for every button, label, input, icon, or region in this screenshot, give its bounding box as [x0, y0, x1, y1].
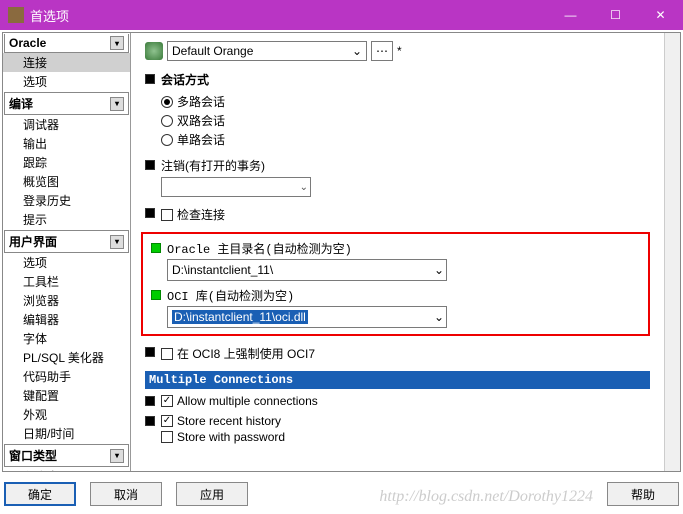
sidebar-item[interactable]: 跟踪	[3, 153, 130, 172]
checkbox-icon	[161, 395, 173, 407]
checkbox-icon	[161, 348, 173, 360]
sidebar-header-compile[interactable]: 编译▾	[4, 92, 129, 115]
app-icon	[8, 7, 24, 23]
section-allow-multi: Allow multiple connections	[145, 393, 650, 409]
multiconn-header: Multiple Connections	[145, 371, 650, 389]
sidebar-header-oracle[interactable]: Oracle▾	[4, 34, 129, 53]
radio-icon	[161, 134, 173, 146]
store-password-check[interactable]: Store with password	[161, 429, 650, 445]
radio-icon	[161, 96, 173, 108]
checkbox-icon	[161, 415, 173, 427]
section-title: Oracle 主目录名(自动检测为空)	[167, 240, 640, 257]
body: Oracle▾ 连接 选项 编译▾ 调试器 输出 跟踪 概览图 登录历史 提示 …	[2, 32, 681, 472]
button-bar: 确定 取消 应用 帮助	[4, 478, 679, 510]
theme-row: Default Orange⌄ ⋯ *	[145, 41, 650, 61]
section-title: 会话方式	[161, 71, 650, 88]
section-title: 注销(有打开的事务)	[161, 157, 650, 174]
store-history-check[interactable]: Store recent history	[161, 413, 650, 429]
sidebar-tree[interactable]: Oracle▾ 连接 选项 编译▾ 调试器 输出 跟踪 概览图 登录历史 提示 …	[3, 33, 131, 471]
window-title: 首选项	[30, 6, 548, 25]
expand-marker-icon[interactable]	[151, 290, 161, 300]
section-oracle-home: Oracle 主目录名(自动检测为空) D:\instantclient_11\…	[151, 240, 640, 281]
expand-marker-icon[interactable]	[145, 208, 155, 218]
force-oci7-check[interactable]: 在 OCI8 上强制使用 OCI7	[161, 344, 650, 363]
theme-icon	[145, 42, 163, 60]
oracle-home-input[interactable]: D:\instantclient_11\⌄	[167, 259, 447, 281]
apply-button[interactable]: 应用	[176, 482, 248, 506]
radio-multi[interactable]: 多路会话	[161, 92, 650, 111]
sidebar-item[interactable]: 日期/时间	[3, 424, 130, 443]
sidebar-item[interactable]: 工具栏	[3, 272, 130, 291]
expand-marker-icon[interactable]	[145, 160, 155, 170]
collapse-icon[interactable]: ▾	[110, 36, 124, 50]
sidebar-item[interactable]: 提示	[3, 210, 130, 229]
expand-marker-icon[interactable]	[145, 347, 155, 357]
highlighted-box: Oracle 主目录名(自动检测为空) D:\instantclient_11\…	[141, 232, 650, 336]
sidebar-item[interactable]: 编辑器	[3, 310, 130, 329]
collapse-icon[interactable]: ▾	[110, 449, 124, 463]
chevron-down-icon: ⌄	[352, 44, 362, 58]
minimize-button[interactable]: —	[548, 0, 593, 30]
radio-single[interactable]: 单路会话	[161, 130, 650, 149]
collapse-icon[interactable]: ▾	[110, 97, 124, 111]
sidebar-item[interactable]: 选项	[3, 253, 130, 272]
radio-icon	[161, 115, 173, 127]
sidebar-item[interactable]: 键配置	[3, 386, 130, 405]
sidebar-item[interactable]: 输出	[3, 134, 130, 153]
sidebar-item[interactable]: 外观	[3, 405, 130, 424]
content-panel: Default Orange⌄ ⋯ * 会话方式 多路会话 双路会话 单路会话 …	[131, 33, 664, 471]
theme-more-button[interactable]: ⋯	[371, 41, 393, 61]
sidebar-item[interactable]: 程序窗口	[3, 467, 130, 471]
section-oci-lib: OCI 库(自动检测为空) D:\instantclient_11\oci.dl…	[151, 287, 640, 328]
expand-marker-icon[interactable]	[145, 416, 155, 426]
close-button[interactable]: ✕	[638, 0, 683, 30]
sidebar-item[interactable]: 代码助手	[3, 367, 130, 386]
sidebar-item[interactable]: 调试器	[3, 115, 130, 134]
cancel-button[interactable]: 取消	[90, 482, 162, 506]
expand-marker-icon[interactable]	[151, 243, 161, 253]
logoff-select[interactable]: ⌄	[161, 177, 311, 197]
checkbox-icon	[161, 209, 173, 221]
sidebar-item[interactable]: 字体	[3, 329, 130, 348]
section-store-history: Store recent history Store with password	[145, 413, 650, 445]
section-checkconn: 检查连接	[145, 205, 650, 224]
sidebar-item[interactable]: PL/SQL 美化器	[3, 348, 130, 367]
sidebar-item-connection[interactable]: 连接	[3, 53, 130, 72]
maximize-button[interactable]: ☐	[593, 0, 638, 30]
section-logoff: 注销(有打开的事务) ⌄	[145, 157, 650, 197]
section-title: OCI 库(自动检测为空)	[167, 287, 640, 304]
collapse-icon[interactable]: ▾	[110, 235, 124, 249]
expand-marker-icon[interactable]	[145, 396, 155, 406]
expand-marker-icon[interactable]	[145, 74, 155, 84]
sidebar-header-window[interactable]: 窗口类型▾	[4, 444, 129, 467]
oci-lib-input[interactable]: D:\instantclient_11\oci.dll⌄	[167, 306, 447, 328]
checkbox-icon	[161, 431, 173, 443]
check-connection[interactable]: 检查连接	[161, 205, 650, 224]
help-button[interactable]: 帮助	[607, 482, 679, 506]
sidebar-item[interactable]: 概览图	[3, 172, 130, 191]
sidebar-item[interactable]: 浏览器	[3, 291, 130, 310]
chevron-down-icon: ⌄	[434, 310, 444, 324]
modified-indicator: *	[397, 44, 402, 58]
radio-dual[interactable]: 双路会话	[161, 111, 650, 130]
scrollbar[interactable]	[664, 33, 680, 471]
chevron-down-icon: ⌄	[300, 182, 308, 193]
section-force-oci: 在 OCI8 上强制使用 OCI7	[145, 344, 650, 363]
theme-select[interactable]: Default Orange⌄	[167, 41, 367, 61]
ok-button[interactable]: 确定	[4, 482, 76, 506]
sidebar-item[interactable]: 登录历史	[3, 191, 130, 210]
section-session: 会话方式 多路会话 双路会话 单路会话	[145, 71, 650, 149]
chevron-down-icon: ⌄	[434, 263, 444, 277]
title-bar: 首选项 — ☐ ✕	[0, 0, 683, 30]
allow-multi-check[interactable]: Allow multiple connections	[161, 393, 650, 409]
sidebar-header-ui[interactable]: 用户界面▾	[4, 230, 129, 253]
sidebar-item[interactable]: 选项	[3, 72, 130, 91]
